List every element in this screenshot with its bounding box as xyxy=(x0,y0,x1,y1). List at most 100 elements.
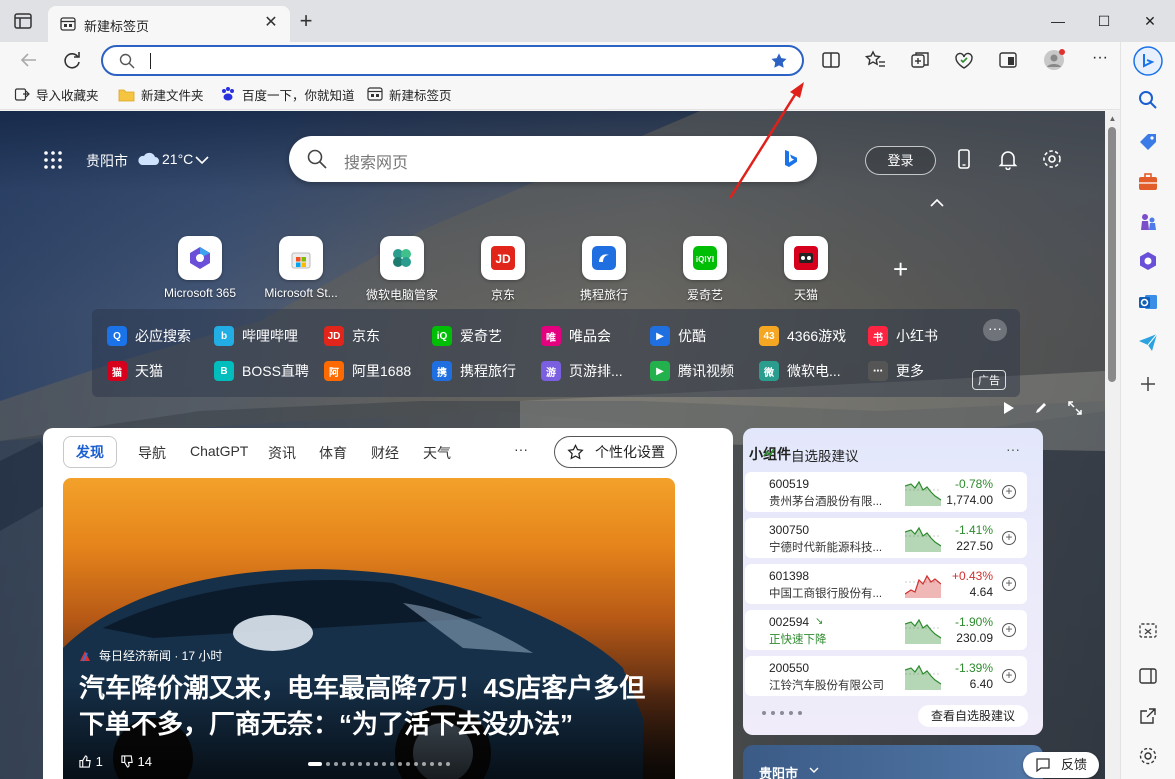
site-link[interactable]: Q 必应搜索 xyxy=(107,326,191,346)
site-link[interactable]: 43 4366游戏 xyxy=(759,326,846,346)
site-link[interactable]: 微微软电... xyxy=(759,361,841,381)
stock-row[interactable]: 601398 中国工商银行股份有... +0.43% 4.64 + xyxy=(745,564,1027,604)
personalize-button[interactable]: 个性化设置 xyxy=(554,436,677,468)
stock-row[interactable]: 300750 宁德时代新能源科技... -1.41% 227.50 + xyxy=(745,518,1027,558)
scrollbar-thumb[interactable] xyxy=(1108,127,1116,382)
favorite-star-icon[interactable] xyxy=(770,52,788,70)
stock-row[interactable]: 200550 江铃汽车股份有限公司 -1.39% 6.40 + xyxy=(745,656,1027,696)
weather-city[interactable]: 贵阳市 xyxy=(86,151,128,171)
article-headline[interactable]: 汽车降价潮又来，电车最高降7万！4S店客户多但下单不多，厂商无奈：“为了活下去没… xyxy=(79,670,669,742)
shopping-tag-icon[interactable] xyxy=(1136,130,1160,154)
site-links-more-button[interactable]: ··· xyxy=(983,319,1007,341)
play-icon[interactable] xyxy=(1001,401,1015,415)
page-scrollbar[interactable]: ▲ xyxy=(1105,111,1120,779)
site-link[interactable]: JD 京东 xyxy=(324,326,380,346)
like-button[interactable]: 1 xyxy=(79,754,103,769)
expand-icon[interactable] xyxy=(1068,401,1082,415)
add-stock-button[interactable]: + xyxy=(1002,531,1016,545)
hero-article[interactable]: 每日经济新闻 · 17 小时 汽车降价潮又来，电车最高降7万！4S店客户多但下单… xyxy=(63,478,675,779)
site-link[interactable]: B BOSS直聘 xyxy=(214,361,309,381)
weather-card[interactable]: 贵阳市 xyxy=(743,745,1043,779)
add-stock-button[interactable]: + xyxy=(1002,669,1016,683)
page-settings-gear-icon[interactable] xyxy=(1041,148,1063,170)
dislike-button[interactable]: 14 xyxy=(121,754,152,769)
feed-tab-chatgpt[interactable]: ChatGPT xyxy=(190,443,248,459)
bookmark-baidu[interactable]: 百度一下，你就知道 xyxy=(220,85,355,103)
site-link[interactable]: 携携程旅行 xyxy=(432,361,516,381)
apps-grid-icon[interactable] xyxy=(43,150,63,170)
widget-menu-button[interactable]: ··· xyxy=(1006,441,1020,457)
site-link[interactable]: ▶ 腾讯视频 xyxy=(650,361,734,381)
copilot-icon[interactable] xyxy=(1133,46,1163,76)
maximize-button[interactable]: ☐ xyxy=(1086,8,1122,34)
quick-link-microsoft-store[interactable]: Microsoft St... xyxy=(251,236,351,300)
minimize-button[interactable]: — xyxy=(1040,8,1076,34)
address-bar[interactable] xyxy=(101,45,804,76)
notification-bell-icon[interactable] xyxy=(997,148,1019,170)
weather-temperature[interactable]: 21°C xyxy=(162,151,193,167)
add-shortcut-button[interactable]: + xyxy=(893,254,908,285)
site-link[interactable]: 游页游排... xyxy=(541,361,623,381)
bookmark-new-folder[interactable]: 新建文件夹 xyxy=(118,85,204,103)
mobile-phone-icon[interactable] xyxy=(953,148,975,170)
site-link[interactable]: b 哔哩哔哩 xyxy=(214,326,298,346)
browser-essentials-icon[interactable] xyxy=(952,48,976,72)
favorites-icon[interactable] xyxy=(864,48,888,72)
tools-briefcase-icon[interactable] xyxy=(1136,170,1160,194)
carousel-dots[interactable] xyxy=(308,762,450,766)
quick-link-tmall[interactable]: 天猫 xyxy=(756,236,856,303)
close-window-button[interactable]: ✕ xyxy=(1132,8,1168,34)
site-link[interactable]: 书小红书 xyxy=(868,326,938,346)
open-external-icon[interactable] xyxy=(1136,704,1160,728)
quick-link-jd[interactable]: JD 京东 xyxy=(453,236,553,303)
games-chess-icon[interactable] xyxy=(1136,210,1160,234)
quick-link-ctrip[interactable]: 携程旅行 xyxy=(554,236,654,303)
add-stock-button[interactable]: + xyxy=(1002,485,1016,499)
hide-sidebar-icon[interactable] xyxy=(1136,664,1160,688)
stock-row[interactable]: 002594 正快速下降 -1.90% 230.09 + ↘ xyxy=(745,610,1027,650)
add-stock-button[interactable]: + xyxy=(1002,577,1016,591)
quick-link-microsoft365[interactable]: Microsoft 365 xyxy=(150,236,250,300)
bookmark-new-tab[interactable]: 新建标签页 xyxy=(367,85,452,103)
site-link[interactable]: 阿阿里1688 xyxy=(324,361,411,381)
feed-tab-weather[interactable]: 天气 xyxy=(423,443,451,463)
tab-actions-icon[interactable] xyxy=(14,13,32,29)
split-screen-icon[interactable] xyxy=(819,48,843,72)
feed-tab-sports[interactable]: 体育 xyxy=(319,443,347,463)
collapse-chevron-up-icon[interactable] xyxy=(930,198,944,208)
microsoft365-icon[interactable] xyxy=(1136,249,1160,273)
site-link[interactable]: 猫天猫 xyxy=(107,361,163,381)
feedback-button[interactable]: 反馈 xyxy=(1023,752,1099,778)
edit-background-icon[interactable] xyxy=(1034,401,1048,415)
quick-link-iqiyi[interactable]: iQIYI 爱奇艺 xyxy=(655,236,755,303)
quick-link-pc-manager[interactable]: 微软电脑管家 xyxy=(352,236,452,303)
feed-tab-discover[interactable]: 发现 xyxy=(63,436,117,468)
settings-more-button[interactable]: ··· xyxy=(1088,48,1112,72)
login-button[interactable]: 登录 xyxy=(865,146,936,175)
feed-tab-news[interactable]: 资讯 xyxy=(268,443,296,463)
bookmark-import[interactable]: 导入收藏夹 xyxy=(14,85,99,103)
refresh-icon[interactable] xyxy=(60,48,84,72)
profile-avatar-icon[interactable] xyxy=(1042,48,1066,72)
feed-tab-finance[interactable]: 财经 xyxy=(371,443,399,463)
tab-new-tab[interactable]: 新建标签页 ✕ xyxy=(48,6,290,42)
send-telegram-icon[interactable] xyxy=(1136,330,1160,354)
workspaces-icon[interactable] xyxy=(996,48,1020,72)
widget-pagination[interactable] xyxy=(762,711,802,715)
scroll-up-arrow[interactable]: ▲ xyxy=(1107,114,1118,124)
stock-row[interactable]: 600519 贵州茅台酒股份有限... -0.78% 1,774.00 + xyxy=(745,472,1027,512)
site-link[interactable]: ▶ 优酷 xyxy=(650,326,706,346)
site-link[interactable]: ⋯ 更多 xyxy=(868,361,924,381)
outlook-icon[interactable] xyxy=(1136,290,1160,314)
search-icon[interactable] xyxy=(1136,88,1160,112)
chevron-down-icon[interactable] xyxy=(809,767,819,774)
add-sidebar-app-icon[interactable] xyxy=(1136,372,1160,396)
chevron-down-icon[interactable] xyxy=(195,155,209,165)
site-link[interactable]: 唯唯品会 xyxy=(541,326,611,346)
collections-icon[interactable] xyxy=(908,48,932,72)
view-watchlist-button[interactable]: 查看自选股建议 xyxy=(918,705,1028,727)
feed-tab-navigation[interactable]: 导航 xyxy=(138,443,166,463)
close-tab-button[interactable]: ✕ xyxy=(262,14,280,32)
back-icon[interactable] xyxy=(17,48,41,72)
add-stock-button[interactable]: + xyxy=(1002,623,1016,637)
